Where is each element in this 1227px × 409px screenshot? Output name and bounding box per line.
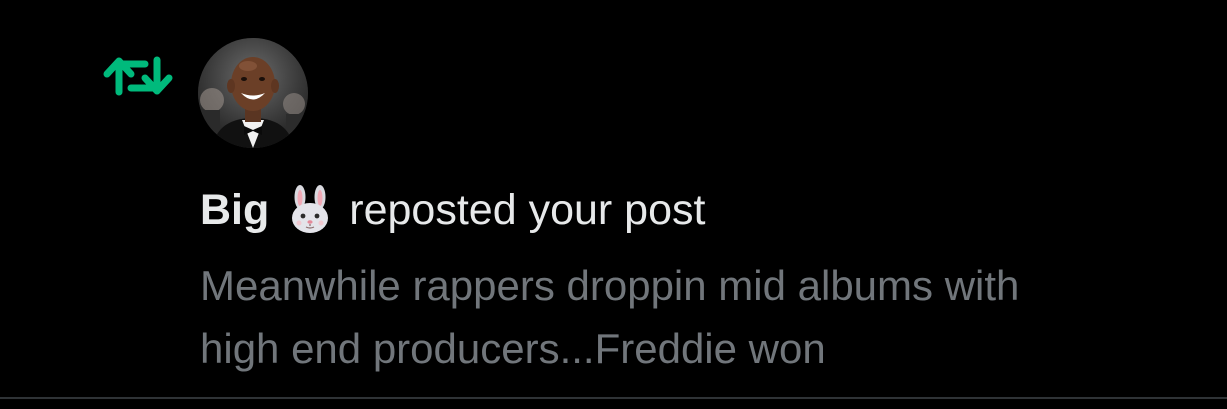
- divider: [0, 397, 1227, 399]
- avatar[interactable]: [198, 38, 308, 148]
- avatar-photo: [198, 38, 308, 148]
- action-text: reposted your post: [349, 186, 706, 234]
- notification-headline: Big reposted your post: [200, 183, 705, 237]
- rabbit-face-icon: [292, 185, 329, 233]
- repost-notification[interactable]: Big reposted your post Meanwhile rappers…: [0, 0, 1227, 397]
- repost-icon: [103, 56, 173, 96]
- user-name[interactable]: Big: [200, 183, 269, 237]
- post-text[interactable]: Meanwhile rappers droppin mid albums wit…: [200, 254, 1190, 380]
